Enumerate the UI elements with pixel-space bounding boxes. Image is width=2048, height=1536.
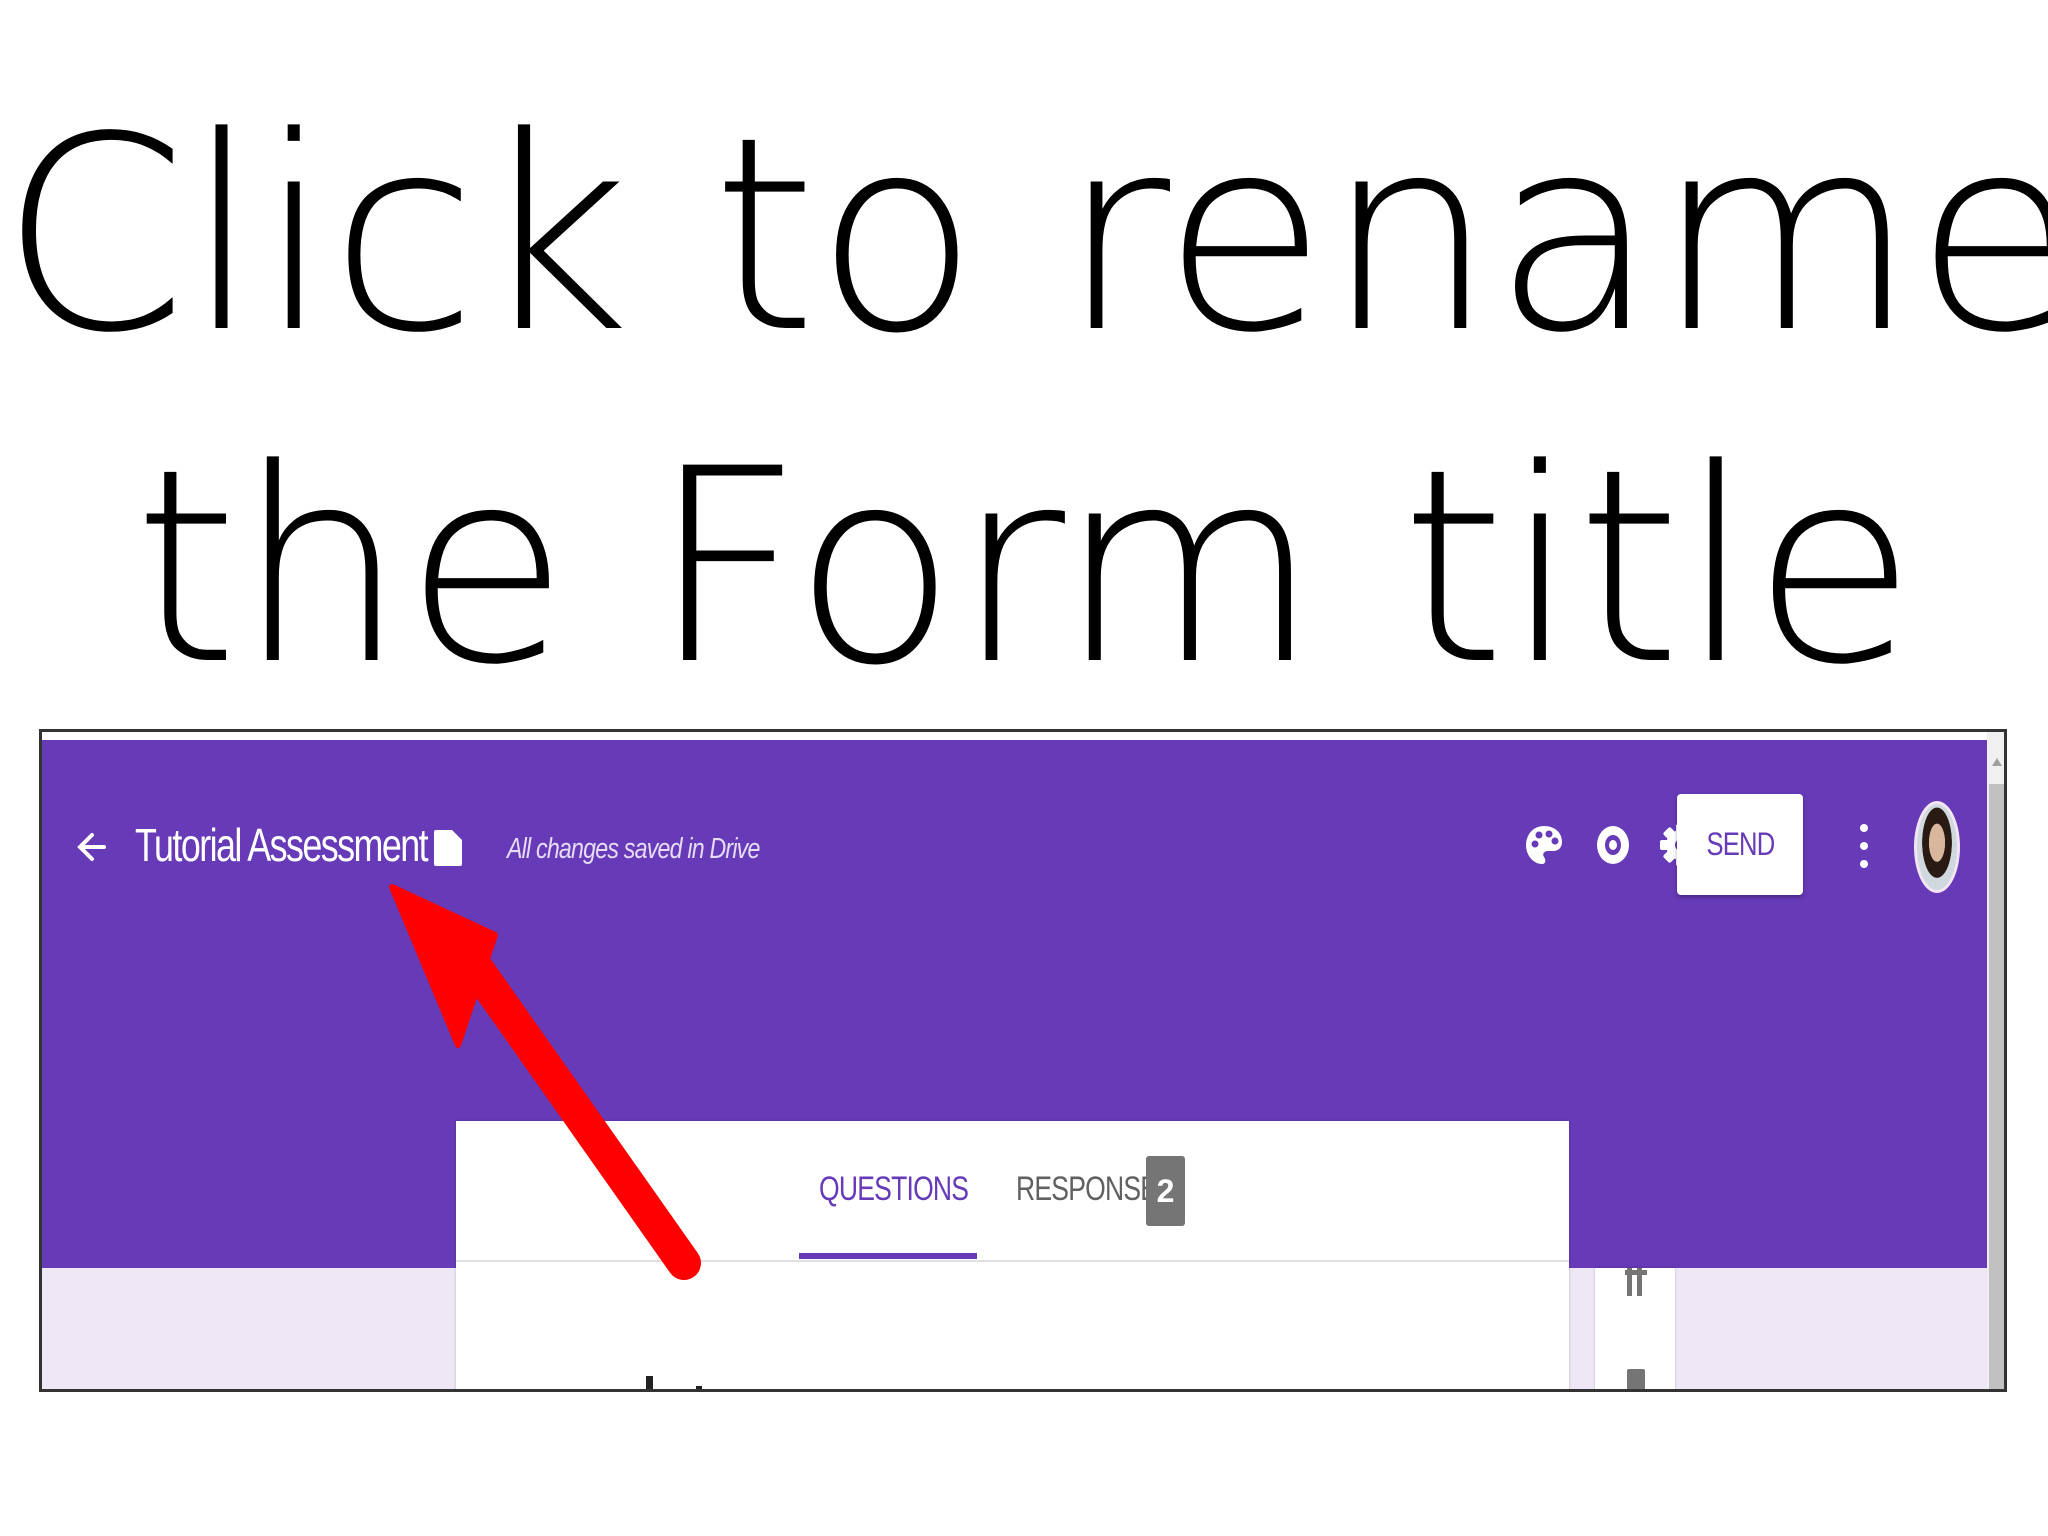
- send-button-label: SEND: [1706, 826, 1775, 862]
- heading-line-2: the Form title: [133, 412, 1916, 724]
- google-forms-screenshot: Tutorial Assessment All changes saved in…: [39, 729, 2007, 1392]
- scroll-up-icon[interactable]: [1991, 756, 2003, 768]
- add-image-icon[interactable]: [1625, 1365, 1647, 1392]
- send-button[interactable]: SEND: [1677, 794, 1803, 895]
- slide-heading: Click to rename the Form title: [0, 70, 2048, 734]
- back-arrow-icon[interactable]: [74, 827, 112, 867]
- add-title-icon[interactable]: [1625, 1268, 1647, 1298]
- palette-icon[interactable]: [1522, 820, 1566, 870]
- heading-line-1: Click to rename: [0, 80, 2048, 392]
- scrollbar-thumb[interactable]: [1989, 784, 2004, 1389]
- side-toolbar: [1595, 1268, 1675, 1392]
- preview-eye-icon[interactable]: [1591, 820, 1635, 870]
- responses-count-badge: 2: [1146, 1156, 1185, 1226]
- form-title[interactable]: Tutorial Assessment: [135, 818, 429, 872]
- more-vert-icon[interactable]: [1852, 818, 1876, 874]
- save-status-text: All changes saved in Drive: [507, 833, 760, 865]
- active-tab-indicator: [799, 1253, 977, 1259]
- window-top-strip: [42, 732, 1987, 740]
- form-title-field-partial[interactable]: [516, 1376, 716, 1392]
- account-avatar[interactable]: [1914, 801, 1960, 893]
- tutorial-slide: Click to rename the Form title Tutorial …: [0, 0, 2048, 1536]
- tab-divider: [456, 1260, 1569, 1262]
- vertical-scrollbar[interactable]: [1987, 732, 2004, 1389]
- tab-questions[interactable]: QUESTIONS: [798, 1168, 978, 1264]
- tab-questions-label: QUESTIONS: [819, 1170, 969, 1208]
- form-card: QUESTIONS RESPONSES 2: [456, 1121, 1569, 1392]
- tab-responses[interactable]: RESPONSES: [1016, 1168, 1219, 1264]
- folder-icon[interactable]: [432, 828, 464, 868]
